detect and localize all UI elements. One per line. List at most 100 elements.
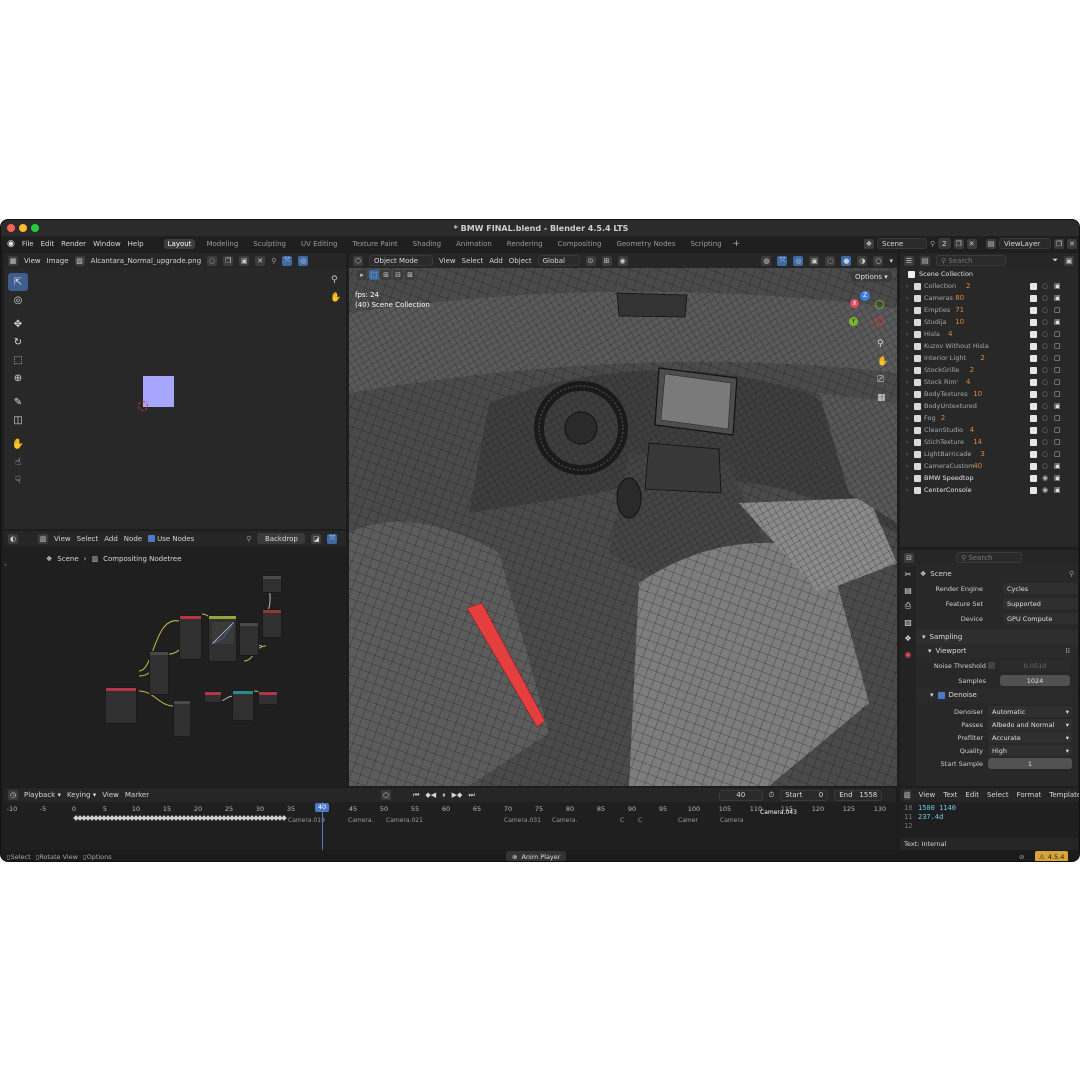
timeline-marker-label[interactable]: C: [620, 817, 624, 824]
feature-set-dropdown[interactable]: Supported▾: [1003, 598, 1078, 609]
timeline-marker-label[interactable]: Camera.043: [760, 809, 797, 816]
prefilter-dropdown[interactable]: Accurate ▾: [988, 732, 1072, 743]
timeline-marker-label[interactable]: C: [638, 817, 642, 824]
editor-type-icon[interactable]: ◐: [8, 533, 18, 544]
outliner-item[interactable]: › BodyTextures 10 ◌ ▢: [900, 388, 1078, 400]
scene-users-count[interactable]: 2: [938, 238, 951, 249]
render-disabled-icon[interactable]: ▢: [1054, 366, 1061, 374]
eye-icon[interactable]: ◉: [1042, 474, 1048, 482]
2d-cursor-icon[interactable]: [138, 401, 148, 411]
record-icon[interactable]: ○: [381, 790, 392, 800]
xray-icon[interactable]: ▣: [809, 255, 820, 266]
render-disabled-icon[interactable]: ▢: [1054, 342, 1061, 350]
shield-icon[interactable]: ◌: [207, 255, 218, 266]
chevron-right-icon[interactable]: ›: [906, 367, 908, 374]
exclude-checkbox[interactable]: [1030, 438, 1037, 446]
lens-distortion-node[interactable]: [232, 690, 254, 721]
tab-texture-paint[interactable]: Texture Paint: [349, 239, 402, 249]
pan-hand-icon[interactable]: ✋: [877, 357, 888, 367]
zoom-icon[interactable]: ⚲: [331, 275, 338, 285]
x-axis-icon[interactable]: X: [850, 299, 859, 308]
transform-tool-icon[interactable]: ⊕: [8, 369, 28, 387]
eye-hidden-icon[interactable]: ◌: [1042, 402, 1048, 410]
playhead-frame-label[interactable]: 40: [315, 803, 329, 812]
exclude-checkbox[interactable]: [1030, 366, 1037, 374]
render-disabled-icon[interactable]: ▢: [1054, 390, 1061, 398]
render-layers-node[interactable]: [105, 687, 137, 724]
chevron-right-icon[interactable]: ›: [906, 403, 908, 410]
denoise-subpanel-header[interactable]: ▾ Denoise: [916, 688, 1078, 702]
eye-icon[interactable]: ◉: [1042, 486, 1048, 494]
menu-file[interactable]: File: [22, 240, 34, 248]
eye-hidden-icon[interactable]: ◌: [1042, 306, 1048, 314]
viewport-subpanel-header[interactable]: ▾ Viewport ⁞⁞: [916, 644, 1078, 658]
tab-layout[interactable]: Layout: [163, 239, 196, 249]
chevron-right-icon[interactable]: ›: [906, 451, 908, 458]
render-camera-icon[interactable]: ▣: [1054, 474, 1061, 482]
outliner-item[interactable]: › Interior Light 2 ◌ ▢: [900, 352, 1078, 364]
gizmo-toggle-icon[interactable]: ⤧: [327, 533, 338, 544]
open-image-icon[interactable]: ▣: [239, 255, 250, 266]
chevron-right-icon[interactable]: ›: [906, 415, 908, 422]
eye-hidden-icon[interactable]: ◌: [1042, 450, 1048, 458]
code-area[interactable]: 10 1500 1140 11 237.4d 12: [900, 802, 1078, 833]
copy-scene-icon[interactable]: ❐: [953, 238, 964, 249]
wireframe-shading-icon[interactable]: ◌: [825, 255, 836, 266]
pin-icon[interactable]: ⚲: [271, 257, 276, 265]
overlay-toggle-icon[interactable]: ◎: [793, 255, 804, 266]
code-line[interactable]: 11 237.4d: [904, 813, 1074, 822]
delete-scene-icon[interactable]: ✕: [966, 238, 977, 249]
select-extend-icon[interactable]: ⊞: [381, 270, 391, 280]
timeline-marker-label[interactable]: Camera: [720, 817, 744, 824]
denoise-checkbox[interactable]: [937, 691, 945, 699]
node-menu-add[interactable]: Add: [104, 535, 118, 543]
viewport-options-button[interactable]: Options ▾: [851, 271, 892, 282]
quality-dropdown[interactable]: High ▾: [988, 745, 1072, 756]
exclude-checkbox[interactable]: [1030, 414, 1037, 422]
text-menu-view[interactable]: View: [919, 791, 936, 799]
outliner-item[interactable]: › StockGrille 2 ◌ ▢: [900, 364, 1078, 376]
drag-handle-icon[interactable]: ⁞⁞: [1066, 647, 1078, 655]
chevron-right-icon[interactable]: ›: [906, 379, 908, 386]
exclude-checkbox[interactable]: [1030, 306, 1037, 314]
eye-hidden-icon[interactable]: ◌: [1042, 294, 1048, 302]
properties-search-input[interactable]: ⚲ Search: [956, 552, 1022, 563]
text-menu-edit[interactable]: Edit: [965, 791, 979, 799]
neg-y-axis-icon[interactable]: [875, 300, 884, 309]
outliner-item[interactable]: › Hisla 4 ◌ ▢: [900, 328, 1078, 340]
pin-icon[interactable]: ⚲: [930, 240, 935, 248]
duplicate-image-icon[interactable]: ❐: [223, 255, 234, 266]
backdrop-channels-icon[interactable]: ◪: [311, 533, 322, 544]
pivot-icon[interactable]: ⊙: [585, 255, 596, 266]
render-camera-icon[interactable]: ▣: [1054, 402, 1061, 410]
tab-uv-editing[interactable]: UV Editing: [297, 239, 342, 249]
editor-type-icon[interactable]: ☰: [904, 255, 914, 266]
exclude-checkbox[interactable]: [1030, 354, 1037, 362]
composite-node[interactable]: [262, 575, 282, 593]
editor-type-icon[interactable]: ⬡: [353, 255, 363, 266]
end-frame-field[interactable]: End 1558: [834, 789, 883, 801]
text-menu-format[interactable]: Format: [1017, 791, 1042, 799]
material-shading-icon[interactable]: ◑: [857, 255, 868, 266]
chevron-right-icon[interactable]: ›: [906, 475, 908, 482]
exclude-checkbox[interactable]: [1030, 294, 1037, 302]
outliner-item[interactable]: › StichTexture 14 ◌ ▢: [900, 436, 1078, 448]
node-menu-select[interactable]: Select: [77, 535, 99, 543]
filter-icon[interactable]: ⏷: [1052, 256, 1058, 265]
solid-shading-icon[interactable]: ●: [841, 255, 852, 266]
annotate-tool-icon[interactable]: ✎: [8, 393, 28, 411]
eye-hidden-icon[interactable]: ◌: [1042, 378, 1048, 386]
version-badge[interactable]: ⚠ 4.5.4: [1035, 851, 1069, 861]
jump-end-icon[interactable]: ⏭: [468, 791, 474, 800]
viewport-menu-select[interactable]: Select: [462, 257, 484, 265]
image-browse-icon[interactable]: ▧: [74, 255, 85, 266]
exclude-checkbox[interactable]: [1030, 282, 1037, 290]
close-window-button[interactable]: [7, 224, 15, 232]
start-frame-field[interactable]: Start 0: [780, 789, 829, 801]
outliner-item[interactable]: › Studija 10 ◌ ▣: [900, 316, 1078, 328]
outliner-item[interactable]: › LightBarricade 3 ◌ ▢: [900, 448, 1078, 460]
outliner-item[interactable]: › Cameras 80 ◌ ▣: [900, 292, 1078, 304]
text-menu-templates[interactable]: Templates: [1049, 791, 1079, 799]
minimize-window-button[interactable]: [19, 224, 27, 232]
object-mode-dropdown[interactable]: Object Mode: [369, 255, 433, 266]
